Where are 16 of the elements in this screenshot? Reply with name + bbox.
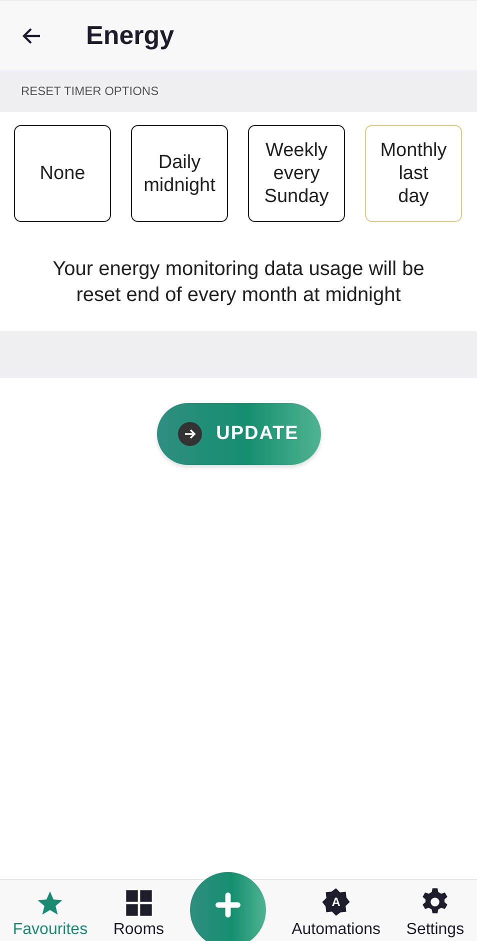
nav-tab[interactable]: Favourites bbox=[10, 889, 90, 941]
page-title: Energy bbox=[86, 20, 174, 51]
nav-tab[interactable]: Settings bbox=[404, 887, 466, 941]
option-card[interactable]: Monthly last day bbox=[365, 125, 462, 222]
option-card[interactable]: Daily midnight bbox=[131, 125, 228, 222]
plus-icon bbox=[214, 892, 241, 918]
description-text: Your energy monitoring data usage will be reset end of every month at midnight bbox=[52, 257, 426, 308]
nav-tab[interactable]: Rooms bbox=[111, 889, 166, 941]
nav-tab[interactable]: A Automations bbox=[290, 887, 382, 941]
update-button[interactable]: UPDATE bbox=[156, 403, 320, 465]
grid-icon bbox=[124, 889, 153, 917]
badge-icon: A bbox=[321, 887, 352, 917]
option-card[interactable]: Weekly every Sunday bbox=[248, 125, 345, 222]
star-icon bbox=[36, 889, 64, 917]
option-card[interactable]: None bbox=[14, 125, 111, 222]
section-label: RESET TIMER OPTIONS bbox=[21, 84, 159, 98]
